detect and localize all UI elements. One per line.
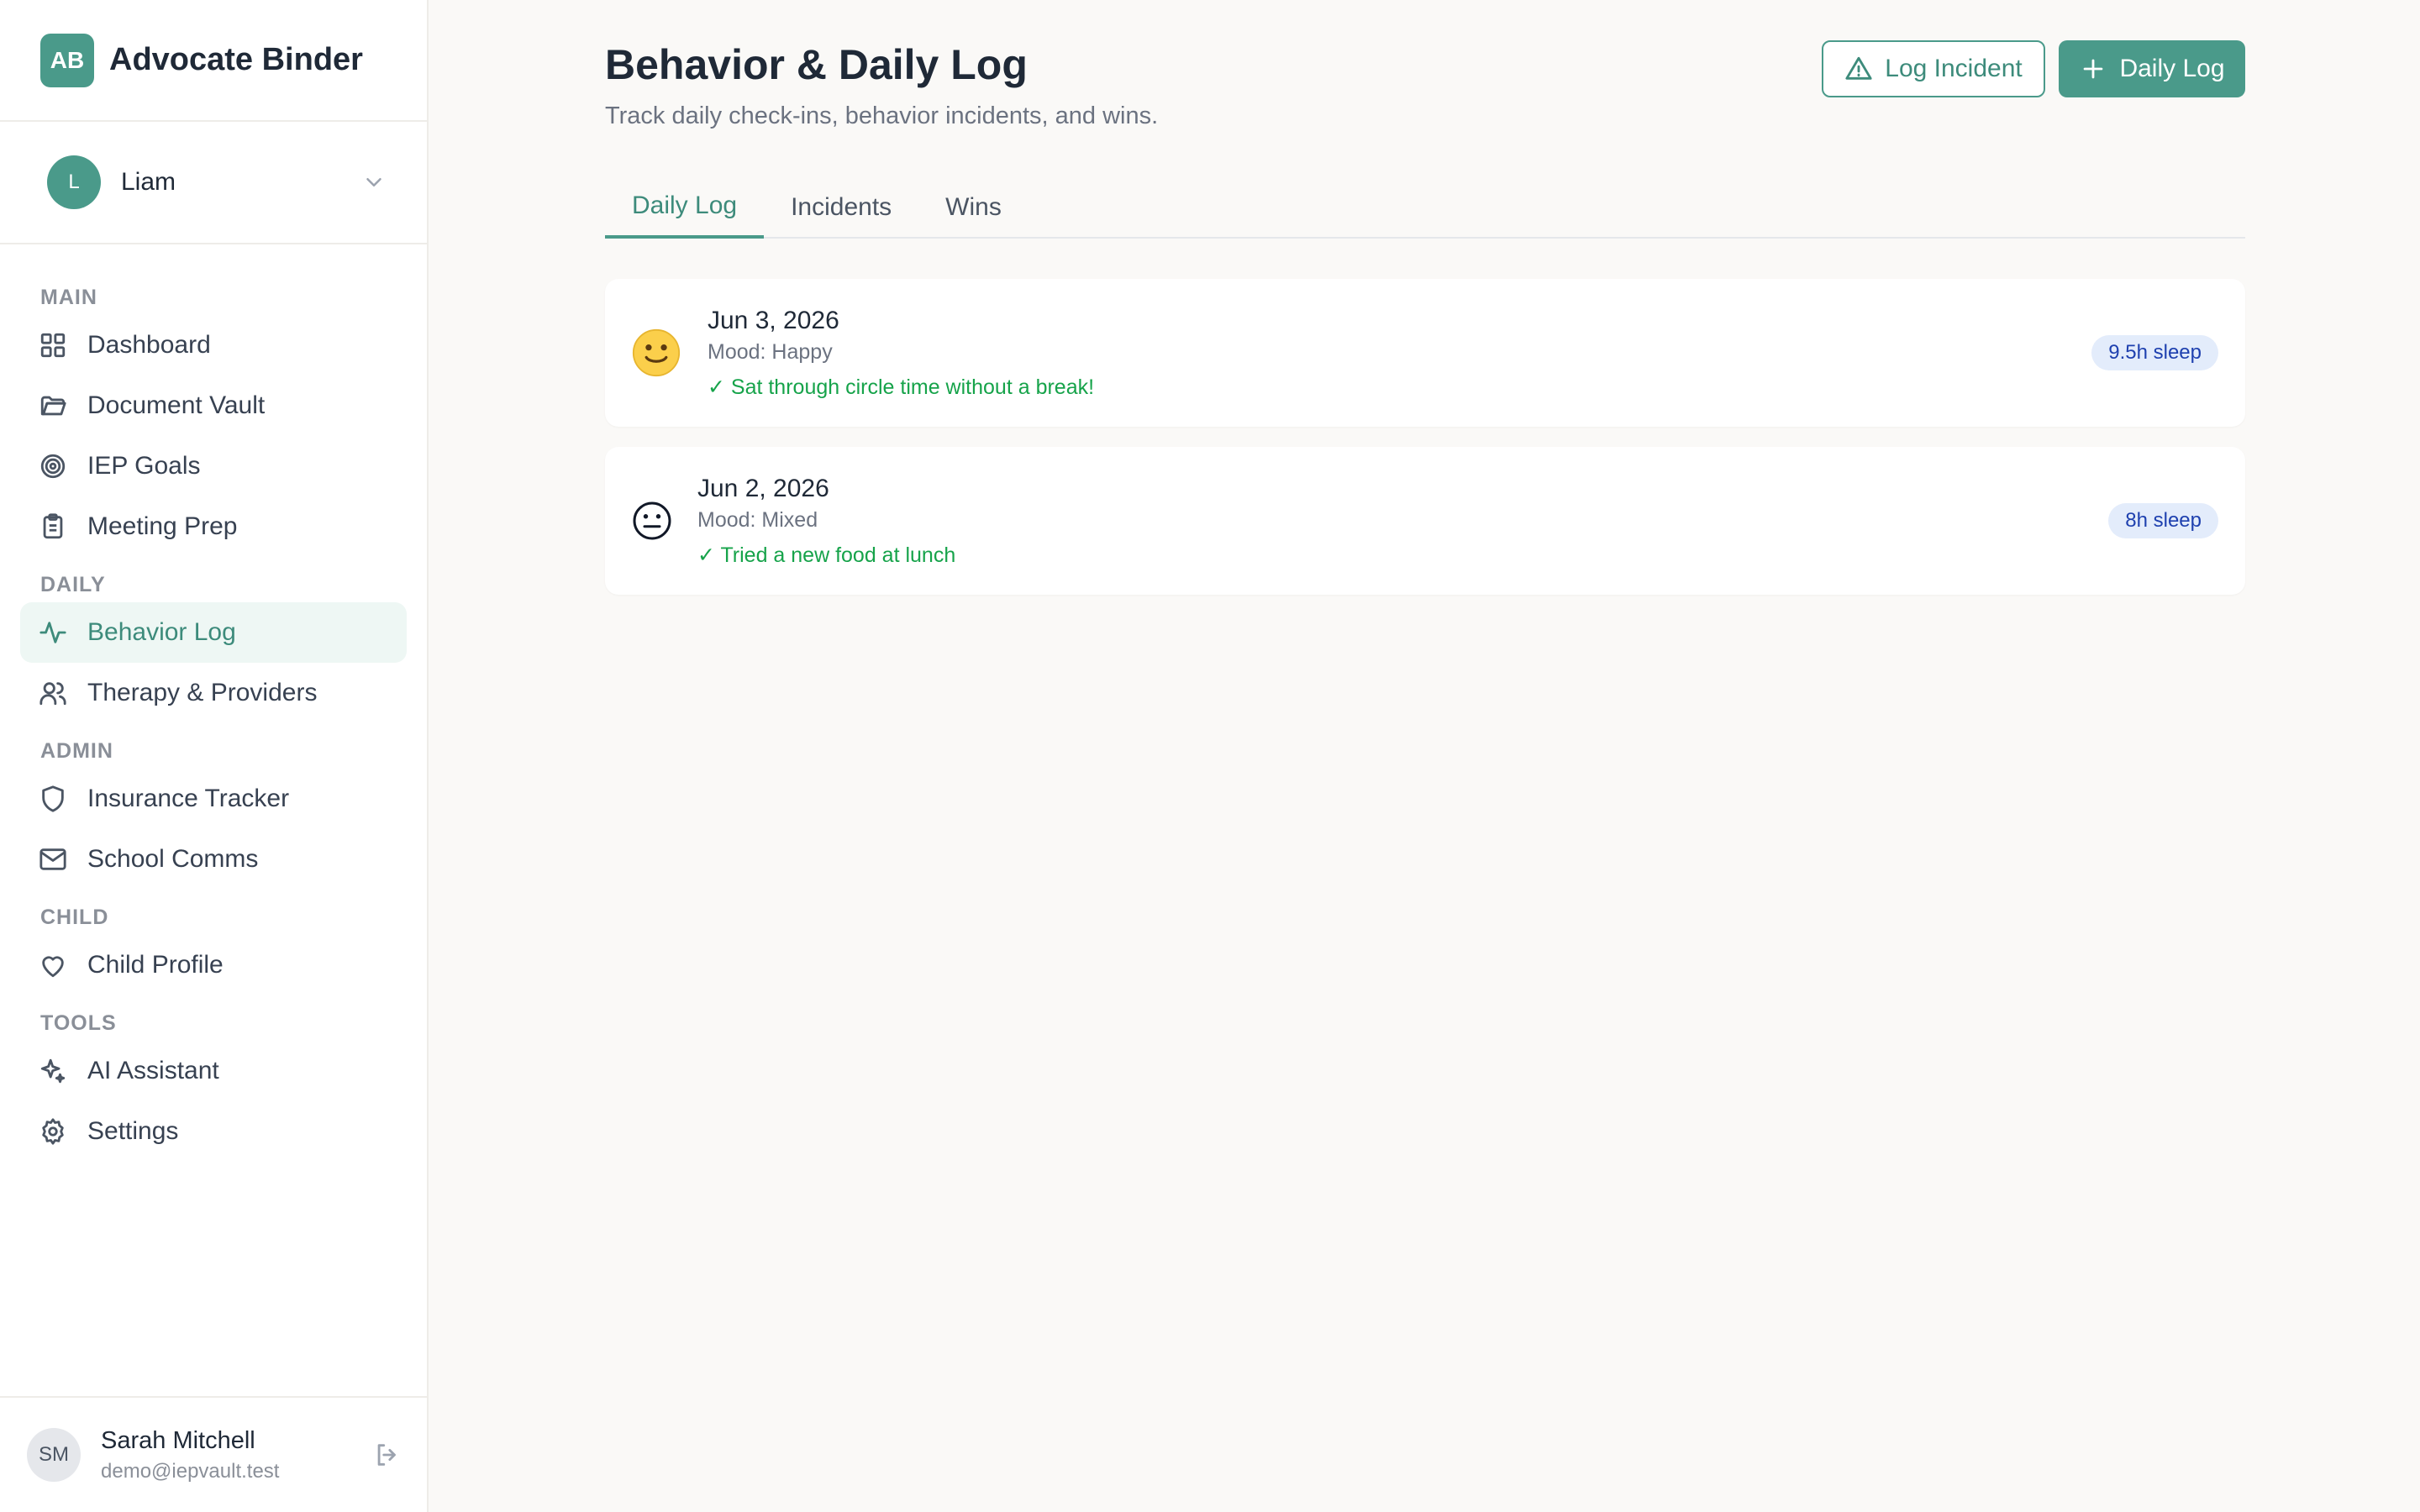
log-incident-label: Log Incident	[1885, 55, 2023, 82]
page-subtitle: Track daily check-ins, behavior incident…	[605, 102, 1159, 129]
tab-wins[interactable]: Wins	[918, 176, 1028, 239]
plus-icon	[2084, 59, 2103, 79]
sidebar-item-label: Child Profile	[87, 951, 224, 979]
user-account: SM Sarah Mitchell demo@iepvault.test	[0, 1396, 427, 1512]
sleep-badge: 8h sleep	[2108, 503, 2218, 538]
page-header: Behavior & Daily Log Track daily check-i…	[605, 0, 2245, 176]
grid-icon	[40, 333, 66, 358]
sidebar-item-label: Settings	[87, 1117, 179, 1145]
daily-log-list: Jun 3, 2026 Mood: Happy ✓ Sat through ci…	[605, 279, 2245, 595]
entry-date: Jun 3, 2026	[708, 306, 839, 334]
user-info: Sarah Mitchell demo@iepvault.test	[101, 1427, 373, 1483]
heart-icon	[42, 956, 64, 978]
log-entry-body: Jun 3, 2026 Mood: Happy ✓ Sat through ci…	[708, 307, 2091, 400]
sleep-badge: 9.5h sleep	[2091, 335, 2218, 370]
add-daily-log-button[interactable]: Daily Log	[2059, 40, 2245, 97]
gear-icon	[42, 1118, 64, 1145]
list-item[interactable]: Jun 3, 2026 Mood: Happy ✓ Sat through ci…	[605, 279, 2245, 427]
sidebar-item-label: Therapy & Providers	[87, 679, 318, 706]
child-selector[interactable]: L Liam	[0, 122, 427, 244]
brand[interactable]: AB Advocate Binder	[0, 0, 427, 122]
daily-log-label: Daily Log	[2119, 55, 2225, 82]
entry-win: ✓ Tried a new food at lunch	[697, 543, 956, 567]
entry-date: Jun 2, 2026	[697, 474, 829, 502]
sidebar-item-label: IEP Goals	[87, 452, 201, 480]
nav-section-main: MAIN	[40, 285, 97, 309]
sidebar-item-document-vault[interactable]: Document Vault	[20, 375, 407, 436]
sidebar-item-child-profile[interactable]: Child Profile	[20, 935, 407, 995]
log-entry-body: Jun 2, 2026 Mood: Mixed ✓ Tried a new fo…	[697, 475, 2108, 568]
main-content: Behavior & Daily Log Track daily check-i…	[605, 0, 2245, 615]
sidebar-item-label: AI Assistant	[87, 1057, 219, 1084]
tab-daily-log[interactable]: Daily Log	[605, 176, 765, 239]
sidebar-nav: MAIN Dashboard Document Vault IEP Goals …	[0, 244, 427, 1162]
mail-icon	[39, 848, 66, 870]
nav-section-admin: ADMIN	[40, 738, 113, 763]
nav-section-tools: TOOLS	[40, 1011, 117, 1035]
sidebar-item-therapy-providers[interactable]: Therapy & Providers	[20, 663, 407, 723]
nav-section-child: CHILD	[40, 905, 109, 929]
folder-icon	[40, 396, 66, 416]
clipboard-icon	[43, 513, 63, 539]
warning-triangle-icon	[1845, 56, 1872, 80]
avatar: SM	[27, 1428, 81, 1482]
activity-icon	[39, 622, 66, 643]
logout-icon[interactable]	[373, 1441, 402, 1469]
list-item[interactable]: Jun 2, 2026 Mood: Mixed ✓ Tried a new fo…	[605, 447, 2245, 595]
sidebar-item-label: Dashboard	[87, 331, 211, 359]
sidebar-item-label: Behavior Log	[87, 618, 236, 646]
sidebar-item-insurance-tracker[interactable]: Insurance Tracker	[20, 769, 407, 829]
child-avatar: L	[47, 155, 101, 209]
sidebar-item-label: Insurance Tracker	[87, 785, 290, 812]
entry-win: ✓ Sat through circle time without a brea…	[708, 375, 1095, 399]
entry-mood: Mood: Mixed	[697, 507, 818, 532]
sidebar-item-school-comms[interactable]: School Comms	[20, 829, 407, 890]
sidebar-item-behavior-log[interactable]: Behavior Log	[20, 602, 407, 663]
user-name: Sarah Mitchell	[101, 1426, 255, 1454]
sidebar-item-iep-goals[interactable]: IEP Goals	[20, 436, 407, 496]
tab-incidents[interactable]: Incidents	[764, 176, 918, 239]
sidebar-item-settings[interactable]: Settings	[20, 1101, 407, 1162]
sidebar-item-label: Meeting Prep	[87, 512, 238, 540]
chevron-down-icon	[366, 178, 381, 186]
page-title: Behavior & Daily Log	[605, 41, 1028, 88]
shield-icon	[42, 785, 64, 812]
target-icon	[40, 454, 66, 479]
users-icon	[39, 682, 66, 706]
brand-logo: AB	[40, 33, 94, 87]
neutral-face-icon	[633, 501, 671, 540]
log-incident-button[interactable]: Log Incident	[1822, 40, 2045, 97]
sidebar: AB Advocate Binder L Liam MAIN Dashboard…	[0, 0, 429, 1512]
user-email: demo@iepvault.test	[101, 1459, 280, 1483]
sidebar-item-label: Document Vault	[87, 391, 266, 419]
nav-section-daily: DAILY	[40, 572, 106, 596]
sidebar-item-dashboard[interactable]: Dashboard	[20, 315, 407, 375]
sidebar-item-label: School Comms	[87, 845, 259, 873]
sidebar-item-meeting-prep[interactable]: Meeting Prep	[20, 496, 407, 557]
brand-name: Advocate Binder	[109, 42, 363, 77]
entry-mood: Mood: Happy	[708, 339, 833, 364]
child-name: Liam	[121, 168, 176, 196]
sidebar-item-ai-assistant[interactable]: AI Assistant	[20, 1041, 407, 1101]
sparkle-icon	[40, 1058, 66, 1084]
smiley-face-icon	[632, 328, 681, 377]
tab-bar: Daily Log Incidents Wins	[605, 176, 2245, 239]
